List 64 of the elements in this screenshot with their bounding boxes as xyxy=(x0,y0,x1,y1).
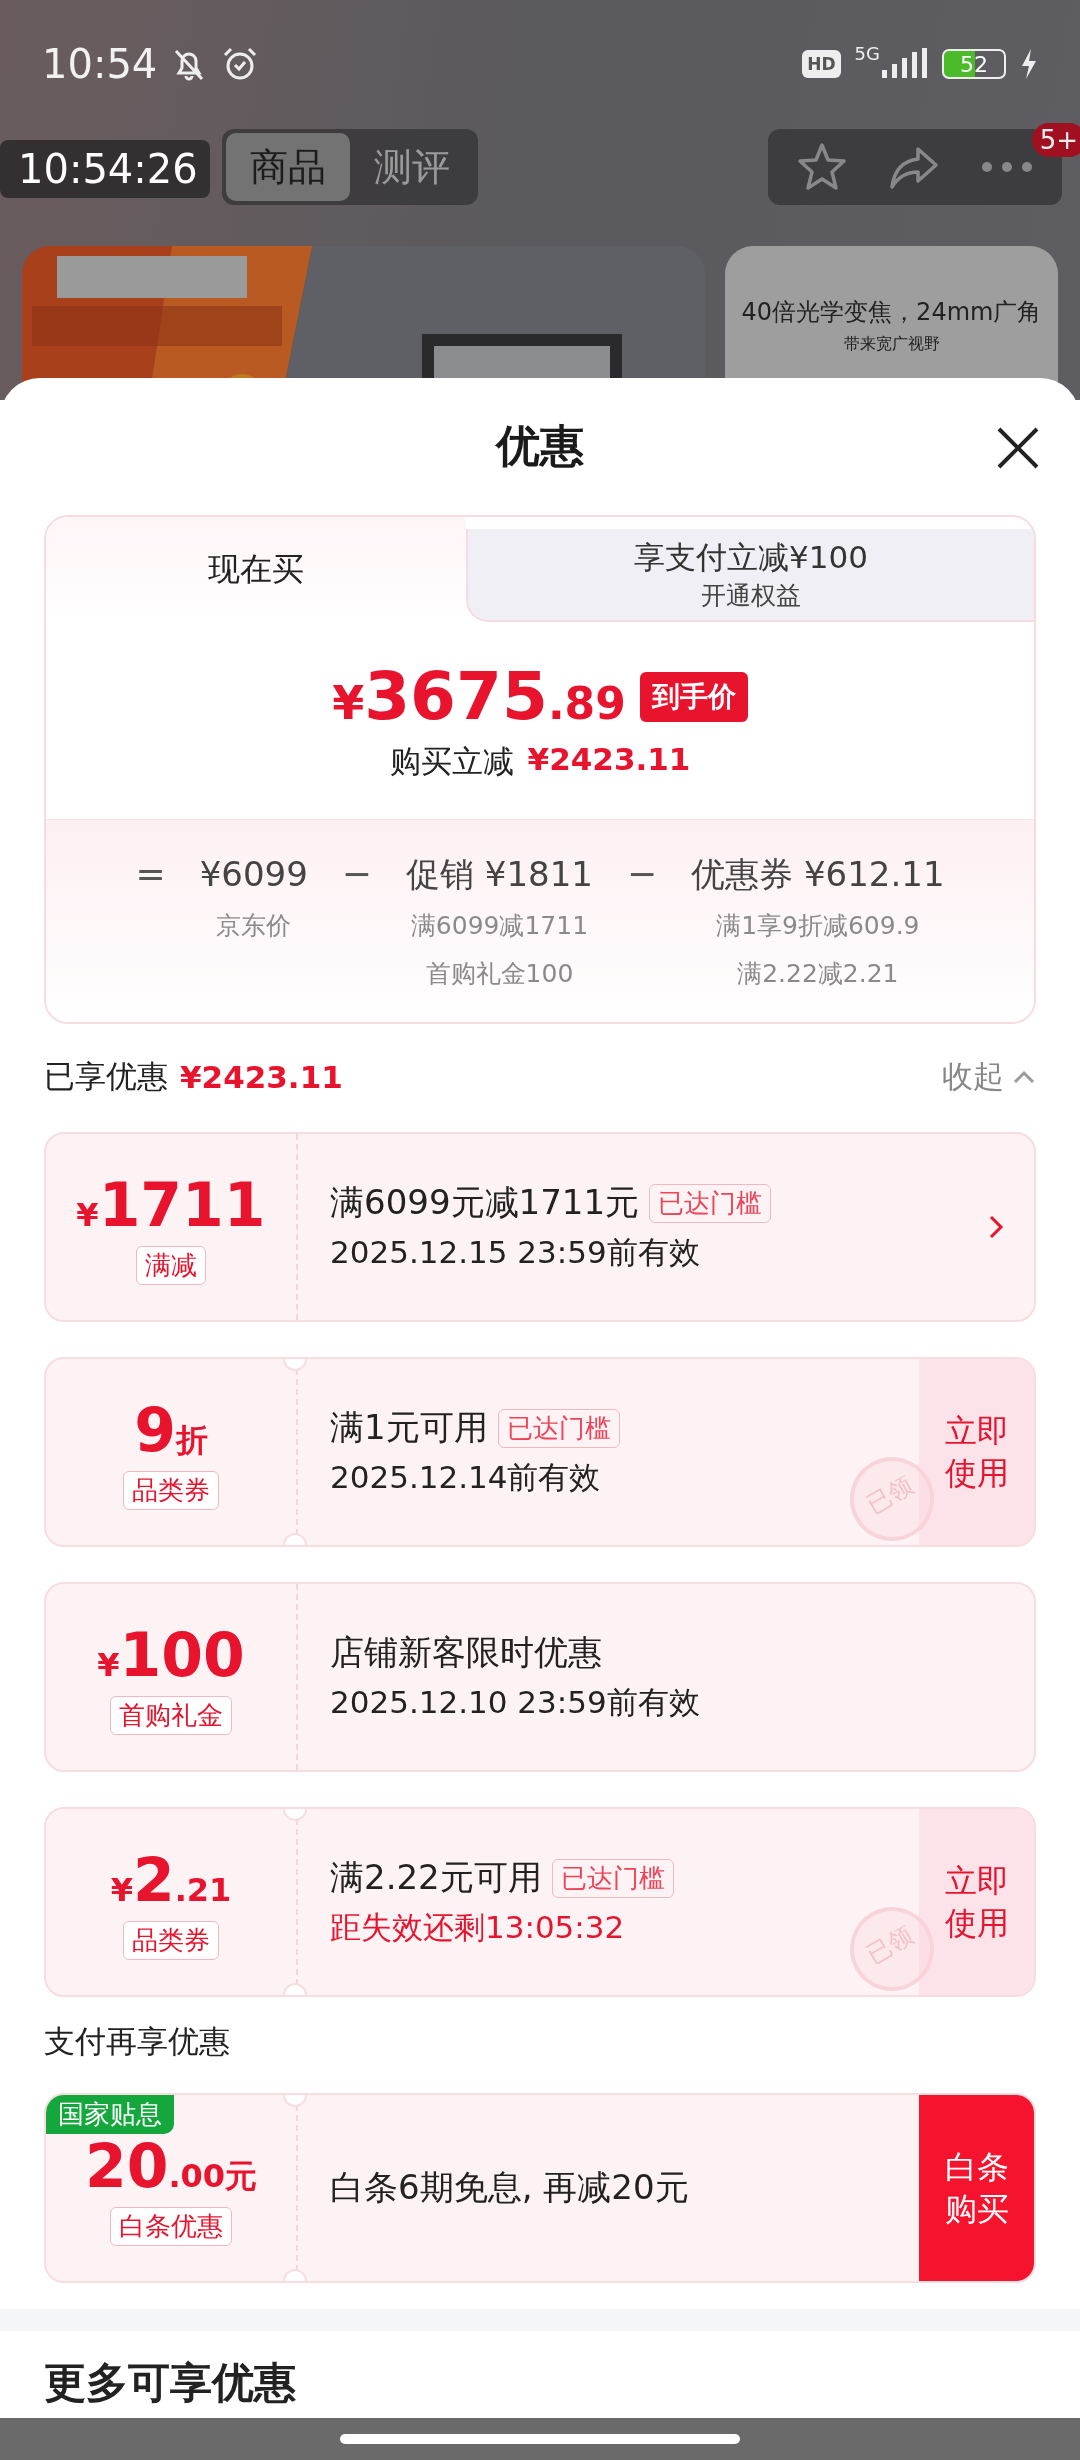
operator-sign: = xyxy=(135,852,166,896)
sheet-title: 优惠 xyxy=(496,419,584,473)
breakdown-value: 促销 ¥1811 xyxy=(405,853,593,896)
battery-icon: 52 xyxy=(942,49,1006,79)
coupon-amount: ¥100 xyxy=(97,1619,245,1690)
breakdown-note: 满1享9折减609.9 xyxy=(716,910,920,942)
discount-label: 购买立减 xyxy=(389,742,514,781)
coupon-type-tag: 白条优惠 xyxy=(110,2206,232,2246)
coupon-validity: 2025.12.15 23:59前有效 xyxy=(330,1233,700,1272)
coupon-type-tag: 首购礼金 xyxy=(110,1695,232,1735)
chevron-up-icon xyxy=(1012,1069,1036,1085)
enjoyed-label: 已享优惠 xyxy=(44,1057,168,1096)
final-price: ¥3675.89 xyxy=(332,658,626,735)
section-title: 更多可享优惠 xyxy=(43,2357,297,2409)
nav-tab[interactable]: 商品 xyxy=(226,133,350,201)
chevron-right-icon[interactable] xyxy=(988,1214,1004,1240)
breakdown-value: 优惠券 ¥612.11 xyxy=(691,853,945,896)
coupon-validity: 2025.12.14前有效 xyxy=(330,1458,601,1497)
coupon-validity: 距失效还剩13:05:32 xyxy=(330,1908,625,1947)
network-label: 5G xyxy=(854,42,880,64)
operator-sign: − xyxy=(341,852,372,896)
price-tab[interactable]: 享支付立减¥100 开通权益 xyxy=(466,529,1034,622)
coupon-title: 店铺新客限时优惠 xyxy=(330,1631,602,1674)
coupon-type-tag: 满减 xyxy=(136,1245,206,1285)
coupon-validity: 2025.12.10 23:59前有效 xyxy=(330,1683,700,1722)
breakdown-value: ¥6099 xyxy=(199,853,308,896)
status-time: 10:54 xyxy=(42,41,158,87)
enjoyed-amount: ¥2423.11 xyxy=(180,1059,343,1095)
coupon-amount: ¥2.21 xyxy=(110,1844,232,1915)
recorder-clock: 10:54:26 xyxy=(0,140,210,198)
coupon-title: 满2.22元可用 xyxy=(330,1856,542,1899)
breakdown-note: 首购礼金100 xyxy=(425,958,574,990)
hd-badge: HD xyxy=(802,50,841,78)
charging-icon xyxy=(1020,49,1038,79)
coupon-type-tag: 品类券 xyxy=(123,1470,219,1510)
close-icon[interactable] xyxy=(996,426,1040,470)
nav-tab[interactable]: 测评 xyxy=(350,133,474,201)
breakdown-note: 满6099减1711 xyxy=(410,910,589,942)
breakdown-note: 满2.22减2.21 xyxy=(737,958,899,990)
star-icon[interactable] xyxy=(796,141,848,193)
threshold-tag: 已达门槛 xyxy=(551,1858,674,1898)
coupon-title: 满6099元减1711元 xyxy=(330,1181,640,1224)
coupon-type-tag: 品类券 xyxy=(123,1920,219,1960)
notification-badge: 5+ xyxy=(1031,123,1080,157)
breakdown-note: 京东价 xyxy=(216,910,292,942)
more-icon[interactable] xyxy=(980,160,1034,174)
operator-sign: − xyxy=(626,852,658,896)
threshold-tag: 已达门槛 xyxy=(649,1183,772,1223)
coupon-title: 满1元可用 xyxy=(330,1406,488,1449)
collapse-toggle[interactable]: 收起 xyxy=(942,1056,1036,1098)
use-now-button[interactable]: 立即使用 xyxy=(919,1359,1034,1545)
section-title: 支付再享优惠 xyxy=(43,2022,231,2061)
baitiao-buy-button[interactable]: 白条购买 xyxy=(919,2095,1034,2281)
feature-subtitle: 带来宽广视野 xyxy=(843,334,940,355)
use-now-button[interactable]: 立即使用 xyxy=(919,1809,1034,1995)
coupon-amount: ¥1711 xyxy=(76,1169,266,1240)
final-price-tag: 到手价 xyxy=(639,671,748,722)
feature-title: 40倍光学变焦，24mm广角 xyxy=(741,297,1042,328)
subsidy-ribbon: 国家贴息 xyxy=(46,2095,174,2134)
discount-amount: ¥2423.11 xyxy=(527,741,691,779)
threshold-tag: 已达门槛 xyxy=(497,1408,620,1448)
coupon-amount: 9折 xyxy=(134,1394,208,1465)
coupon-title: 白条6期免息, 再减20元 xyxy=(330,2166,689,2209)
signal-icon xyxy=(880,48,928,80)
